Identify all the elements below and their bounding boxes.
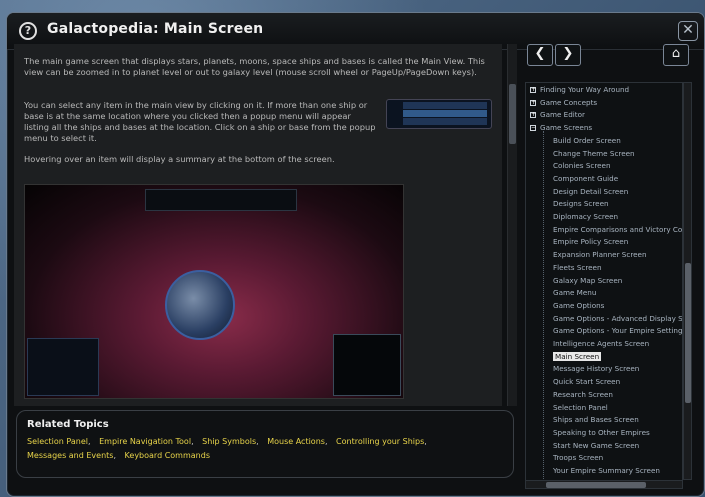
back-button[interactable]: ❮: [527, 44, 553, 66]
tree-item[interactable]: Intelligence Agents Screen: [553, 339, 649, 348]
tree-item[interactable]: Colonies Screen: [553, 161, 611, 170]
related-link[interactable]: Ship Symbols: [202, 437, 256, 446]
tree-horizontal-scrollbar[interactable]: [525, 480, 683, 489]
article-scrollbar[interactable]: [507, 44, 517, 406]
tree-item[interactable]: Start New Game Screen: [553, 441, 639, 450]
related-topics-panel: Related Topics Selection Panel, Empire N…: [16, 410, 514, 478]
related-link[interactable]: Mouse Actions: [267, 437, 325, 446]
tree-item[interactable]: Troops Screen: [553, 453, 603, 462]
screenshot-minimap: [333, 334, 401, 396]
article-scrollbar-thumb[interactable]: [509, 84, 516, 144]
tree-category-item[interactable]: + Game Concepts: [530, 98, 597, 107]
window-title: Galactopedia: Main Screen: [47, 21, 264, 37]
tree-category-item[interactable]: + Game Editor: [530, 110, 585, 119]
topic-tree: + Finding Your Way Around + Game Concepts + G…: [525, 82, 683, 482]
tree-item[interactable]: Change Theme Screen: [553, 149, 635, 158]
tree-item[interactable]: Component Guide: [553, 174, 618, 183]
home-button[interactable]: ⌂: [663, 44, 689, 66]
screenshot-hud: [145, 189, 297, 211]
article-paragraph: Hovering over an item will display a sum…: [24, 154, 335, 164]
related-link[interactable]: Messages and Events: [27, 451, 113, 460]
tree-category-label: Game Concepts: [540, 97, 598, 107]
tree-scrollbar-thumb[interactable]: [685, 263, 691, 403]
help-icon: ?: [19, 22, 37, 40]
tree-item[interactable]: Design Detail Screen: [553, 187, 628, 196]
expand-toggle-icon[interactable]: −: [530, 125, 536, 132]
navigation-bar: ❮ ❯ ⌂: [523, 44, 693, 74]
article-paragraph: The main game screen that displays stars…: [24, 56, 485, 77]
tree-item[interactable]: Game Options - Your Empire Settings S: [553, 326, 682, 335]
tree-category-label: Finding Your Way Around: [540, 85, 630, 94]
tree-item[interactable]: Empire Comparisons and Victory Con: [553, 225, 682, 234]
screenshot-selection-panel: [27, 338, 99, 396]
related-link[interactable]: Selection Panel: [27, 437, 88, 446]
tree-item[interactable]: Fleets Screen: [553, 263, 602, 272]
tree-connector-line: [543, 131, 545, 481]
tree-item[interactable]: Game Options - Advanced Display Setti: [553, 314, 682, 323]
related-link[interactable]: Keyboard Commands: [125, 451, 210, 460]
close-button[interactable]: ✕: [678, 21, 698, 41]
tree-item[interactable]: Research Screen: [553, 390, 613, 399]
tree-item[interactable]: Game Menu: [553, 288, 596, 297]
main-view-screenshot: [24, 184, 404, 399]
tree-item[interactable]: Ships and Bases Screen: [553, 415, 639, 424]
tree-item[interactable]: Expansion Planner Screen: [553, 250, 647, 259]
related-link[interactable]: Empire Navigation Tool: [99, 437, 191, 446]
popup-row: [403, 110, 487, 117]
tree-item[interactable]: Build Order Screen: [553, 136, 621, 145]
related-link[interactable]: Controlling your Ships: [336, 437, 424, 446]
popup-row: [403, 118, 487, 125]
tree-item-selected[interactable]: Main Screen: [553, 351, 602, 361]
tree-item[interactable]: Speaking to Other Empires: [553, 428, 650, 437]
tree-item[interactable]: Game Options: [553, 301, 604, 310]
expand-toggle-icon[interactable]: +: [530, 112, 536, 119]
tree-item[interactable]: Quick Start Screen: [553, 377, 620, 386]
screenshot-planet: [165, 270, 235, 340]
related-topics-links: Selection Panel, Empire Navigation Tool,…: [27, 437, 427, 460]
forward-button[interactable]: ❯: [555, 44, 581, 66]
popup-row: [403, 102, 487, 109]
tree-category-label: Game Screens: [540, 123, 593, 133]
tree-item[interactable]: Diplomacy Screen: [553, 212, 618, 221]
expand-toggle-icon[interactable]: +: [530, 87, 536, 93]
tree-item[interactable]: Designs Screen: [553, 199, 609, 208]
tree-item[interactable]: Galaxy Map Screen: [553, 276, 622, 285]
tree-category-item[interactable]: − Game Screens: [530, 123, 592, 132]
article-content: The main game screen that displays stars…: [14, 44, 502, 406]
tree-item[interactable]: Empire Policy Screen: [553, 237, 628, 246]
related-topics-title: Related Topics: [27, 419, 109, 430]
tree-item[interactable]: Message History Screen: [553, 364, 639, 373]
tree-item[interactable]: Your Empire Summary Screen: [553, 466, 660, 475]
tree-category-label: Game Editor: [540, 110, 585, 120]
tree-hscrollbar-thumb[interactable]: [546, 482, 646, 488]
tree-item[interactable]: Selection Panel: [553, 403, 608, 412]
expand-toggle-icon[interactable]: +: [530, 99, 536, 106]
article-paragraph: You can select any item in the main view…: [24, 100, 376, 143]
tree-vertical-scrollbar[interactable]: [683, 82, 692, 480]
popup-menu-image: [386, 99, 492, 129]
tree-category-item[interactable]: + Finding Your Way Around: [530, 85, 629, 94]
